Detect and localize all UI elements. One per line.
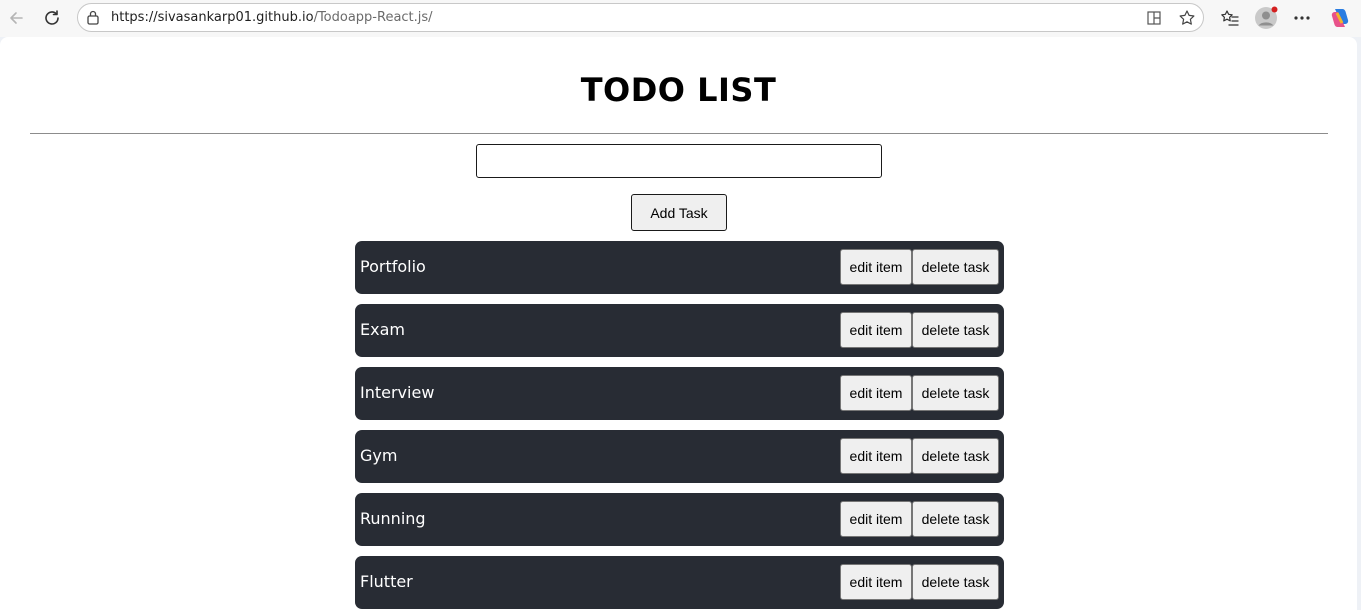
task-label: Flutter bbox=[360, 572, 413, 591]
add-task-button[interactable]: Add Task bbox=[631, 194, 727, 231]
delete-task-button[interactable]: delete task bbox=[912, 249, 999, 285]
favorites-icon[interactable] bbox=[1218, 6, 1242, 30]
page-content: TODO LIST Add Task Portfolio edit item d… bbox=[0, 37, 1357, 610]
star-icon[interactable] bbox=[1178, 9, 1196, 31]
delete-task-button[interactable]: delete task bbox=[912, 375, 999, 411]
edit-item-button[interactable]: edit item bbox=[840, 312, 912, 348]
address-bar[interactable]: https://sivasankarp01.github.io/Todoapp-… bbox=[77, 3, 1204, 32]
task-row: Running edit item delete task bbox=[355, 493, 1004, 546]
url-host: https://sivasankarp01.github.io bbox=[111, 10, 314, 25]
divider bbox=[30, 133, 1328, 134]
delete-task-button[interactable]: delete task bbox=[912, 438, 999, 474]
task-label: Exam bbox=[360, 320, 405, 339]
edit-item-button[interactable]: edit item bbox=[840, 501, 912, 537]
task-row: Flutter edit item delete task bbox=[355, 556, 1004, 609]
more-icon[interactable] bbox=[1290, 6, 1314, 30]
profile-icon[interactable] bbox=[1254, 6, 1278, 30]
edit-item-button[interactable]: edit item bbox=[840, 375, 912, 411]
edit-item-button[interactable]: edit item bbox=[840, 438, 912, 474]
browser-toolbar: https://sivasankarp01.github.io/Todoapp-… bbox=[0, 0, 1361, 37]
lock-icon[interactable] bbox=[86, 10, 100, 29]
delete-task-button[interactable]: delete task bbox=[912, 312, 999, 348]
url-text[interactable]: https://sivasankarp01.github.io/Todoapp-… bbox=[111, 10, 433, 25]
copilot-icon[interactable] bbox=[1328, 6, 1352, 30]
split-screen-icon[interactable] bbox=[1146, 10, 1162, 30]
task-label: Interview bbox=[360, 383, 435, 402]
task-row: Interview edit item delete task bbox=[355, 367, 1004, 420]
page-title: TODO LIST bbox=[580, 71, 777, 109]
task-row: Exam edit item delete task bbox=[355, 304, 1004, 357]
url-path: /Todoapp-React.js/ bbox=[313, 10, 433, 25]
edit-item-button[interactable]: edit item bbox=[840, 249, 912, 285]
back-icon[interactable] bbox=[3, 5, 29, 31]
refresh-icon[interactable] bbox=[39, 5, 65, 31]
task-list: Portfolio edit item delete task Exam edi… bbox=[355, 241, 1004, 610]
delete-task-button[interactable]: delete task bbox=[912, 501, 999, 537]
task-label: Portfolio bbox=[360, 257, 426, 276]
task-input[interactable] bbox=[476, 144, 882, 178]
task-row: Portfolio edit item delete task bbox=[355, 241, 1004, 294]
task-label: Gym bbox=[360, 446, 398, 465]
task-row: Gym edit item delete task bbox=[355, 430, 1004, 483]
task-label: Running bbox=[360, 509, 426, 528]
delete-task-button[interactable]: delete task bbox=[912, 564, 999, 600]
edit-item-button[interactable]: edit item bbox=[840, 564, 912, 600]
